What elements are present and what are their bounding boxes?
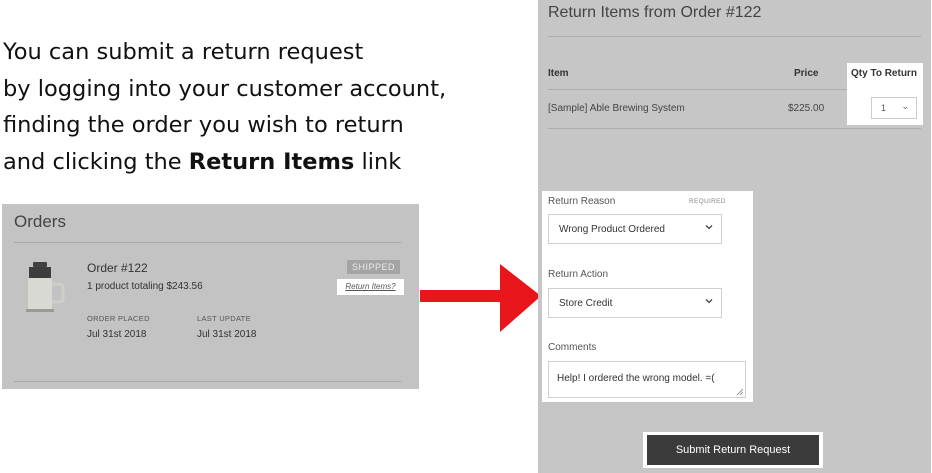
return-action-select[interactable]: Store Credit bbox=[548, 288, 722, 318]
item-name: [Sample] Able Brewing System bbox=[548, 103, 685, 114]
item-price: $225.00 bbox=[788, 103, 825, 114]
return-form-title: Return Items from Order #122 bbox=[548, 4, 762, 21]
return-reason-label: Return Reason bbox=[548, 196, 616, 207]
chevron-down-icon bbox=[705, 299, 713, 304]
comments-label: Comments bbox=[548, 342, 597, 353]
resize-grip-icon[interactable] bbox=[736, 388, 743, 395]
return-reason-select[interactable]: Wrong Product Ordered bbox=[548, 214, 722, 244]
intro-line-2: by logging into your customer account, bbox=[3, 75, 447, 102]
last-update-value: Jul 31st 2018 bbox=[197, 329, 257, 340]
qty-column: Qty To Return 1 ⌄ bbox=[847, 63, 923, 125]
order-placed-label: ORDER PLACED bbox=[87, 314, 150, 323]
column-price-header: Price bbox=[794, 68, 819, 79]
intro-line-1: You can submit a return request bbox=[3, 39, 364, 65]
chevron-down-icon: ⌄ bbox=[901, 101, 909, 111]
orders-title: Orders bbox=[14, 212, 66, 231]
order-summary: 1 product totaling $243.56 bbox=[87, 281, 203, 292]
submit-return-button[interactable]: Submit Return Request bbox=[647, 435, 819, 465]
intro-line-4-bold: Return Items bbox=[188, 148, 355, 175]
intro-line-4: and clicking the Return Items link bbox=[3, 144, 523, 181]
status-badge: SHIPPED bbox=[347, 260, 400, 274]
orders-divider bbox=[14, 242, 401, 243]
arrow-right-icon bbox=[420, 264, 541, 332]
return-reason-value: Wrong Product Ordered bbox=[559, 224, 665, 235]
chevron-down-icon bbox=[705, 225, 713, 230]
intro-text: You can submit a return request by loggi… bbox=[3, 34, 523, 180]
intro-line-3: finding the order you wish to return bbox=[3, 112, 404, 138]
intro-line-4-start: and clicking the bbox=[3, 148, 189, 175]
column-qty-header: Qty To Return bbox=[851, 68, 917, 79]
item-divider bbox=[548, 128, 921, 129]
intro-line-4-end: link bbox=[354, 148, 402, 175]
column-item-header: Item bbox=[548, 68, 569, 79]
required-tag: REQUIRED bbox=[689, 198, 726, 205]
orders-bottom-divider bbox=[14, 381, 401, 382]
last-update-label: LAST UPDATE bbox=[197, 314, 251, 323]
return-details-form: Return Reason REQUIRED Wrong Product Ord… bbox=[542, 191, 753, 402]
orders-panel: Orders Order #122 1 product totaling $24… bbox=[2, 204, 419, 389]
qty-select[interactable]: 1 ⌄ bbox=[871, 97, 917, 119]
order-number[interactable]: Order #122 bbox=[87, 261, 148, 275]
comments-value: Help! I ordered the wrong model. =( bbox=[557, 373, 715, 384]
comments-textarea[interactable]: Help! I ordered the wrong model. =( bbox=[548, 361, 746, 398]
return-action-value: Store Credit bbox=[559, 298, 613, 309]
product-thumbnail[interactable] bbox=[20, 262, 68, 314]
title-divider bbox=[548, 36, 921, 37]
submit-highlight: Submit Return Request bbox=[643, 432, 823, 468]
return-items-link[interactable]: Return Items? bbox=[337, 279, 404, 295]
qty-value: 1 bbox=[881, 103, 887, 113]
return-action-label: Return Action bbox=[548, 269, 609, 280]
order-placed-value: Jul 31st 2018 bbox=[87, 329, 147, 340]
